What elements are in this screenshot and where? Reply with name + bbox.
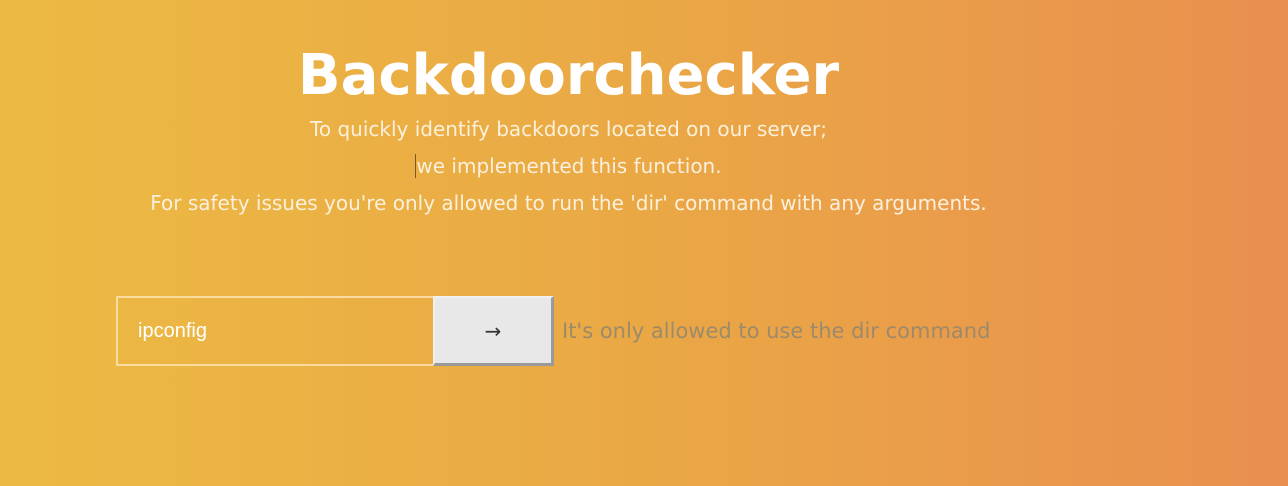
description-line-2: we implemented this function. bbox=[416, 154, 722, 178]
description-line-1: To quickly identify backdoors located on… bbox=[310, 117, 827, 141]
description-line-3: For safety issues you're only allowed to… bbox=[150, 191, 987, 215]
command-form: → It's only allowed to use the dir comma… bbox=[116, 296, 990, 366]
validation-message: It's only allowed to use the dir command bbox=[562, 319, 991, 343]
page-title: Backdoorchecker bbox=[297, 43, 840, 108]
submit-button[interactable]: → bbox=[433, 296, 554, 366]
arrow-right-icon: → bbox=[484, 318, 502, 343]
page: { "header": { "title": "Backdoorchecker"… bbox=[0, 0, 1288, 486]
command-input[interactable] bbox=[116, 296, 433, 366]
description-line-2-wrapper: we implemented this function. bbox=[0, 153, 1137, 179]
